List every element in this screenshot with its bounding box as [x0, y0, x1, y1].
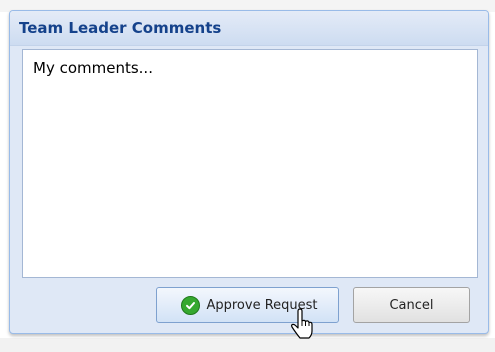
page-background-bottom: [0, 338, 495, 352]
dialog-header: Team Leader Comments: [10, 11, 488, 46]
cancel-button[interactable]: Cancel: [353, 287, 470, 323]
dialog-title: Team Leader Comments: [19, 19, 222, 37]
comments-textarea[interactable]: My comments...: [22, 49, 478, 278]
check-circle-icon: [181, 295, 201, 315]
cancel-label: Cancel: [389, 297, 434, 313]
hand-pointer-icon: [291, 308, 313, 339]
comments-dialog: Team Leader Comments My comments... Appr…: [9, 10, 489, 334]
